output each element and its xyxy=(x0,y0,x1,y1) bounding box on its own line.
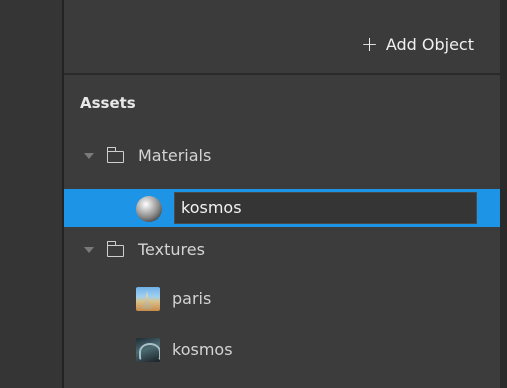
add-object-button[interactable]: + Add Object xyxy=(361,30,474,58)
expand-arrow-icon[interactable] xyxy=(84,247,94,253)
paris-thumbnail-icon xyxy=(136,287,160,311)
rename-field[interactable]: kosmos xyxy=(174,192,477,224)
right-edge xyxy=(500,0,507,388)
assets-heading: Assets xyxy=(80,94,136,112)
plus-icon: + xyxy=(361,32,378,56)
folder-label-materials: Materials xyxy=(138,146,212,165)
folder-materials[interactable]: Materials xyxy=(64,137,500,175)
assets-panel: + Add Object Assets Materials kosmos Tex… xyxy=(64,0,500,388)
expand-arrow-icon[interactable] xyxy=(84,153,94,159)
texture-item-paris[interactable]: paris xyxy=(64,280,500,318)
material-sphere-icon xyxy=(136,196,162,222)
kosmos-thumbnail-icon xyxy=(136,338,160,362)
folder-icon xyxy=(106,241,124,257)
left-gutter xyxy=(0,0,62,388)
add-object-label: Add Object xyxy=(385,34,474,54)
folder-icon xyxy=(106,147,124,163)
texture-label-paris: paris xyxy=(172,289,212,308)
toolbar: + Add Object xyxy=(64,0,500,75)
texture-item-kosmos[interactable]: kosmos xyxy=(64,331,500,369)
folder-label-textures: Textures xyxy=(138,240,205,259)
material-item-kosmos[interactable]: kosmos xyxy=(64,189,500,227)
texture-label-kosmos: kosmos xyxy=(172,340,233,359)
folder-textures[interactable]: Textures xyxy=(64,231,500,269)
material-label-kosmos: kosmos xyxy=(181,198,242,217)
